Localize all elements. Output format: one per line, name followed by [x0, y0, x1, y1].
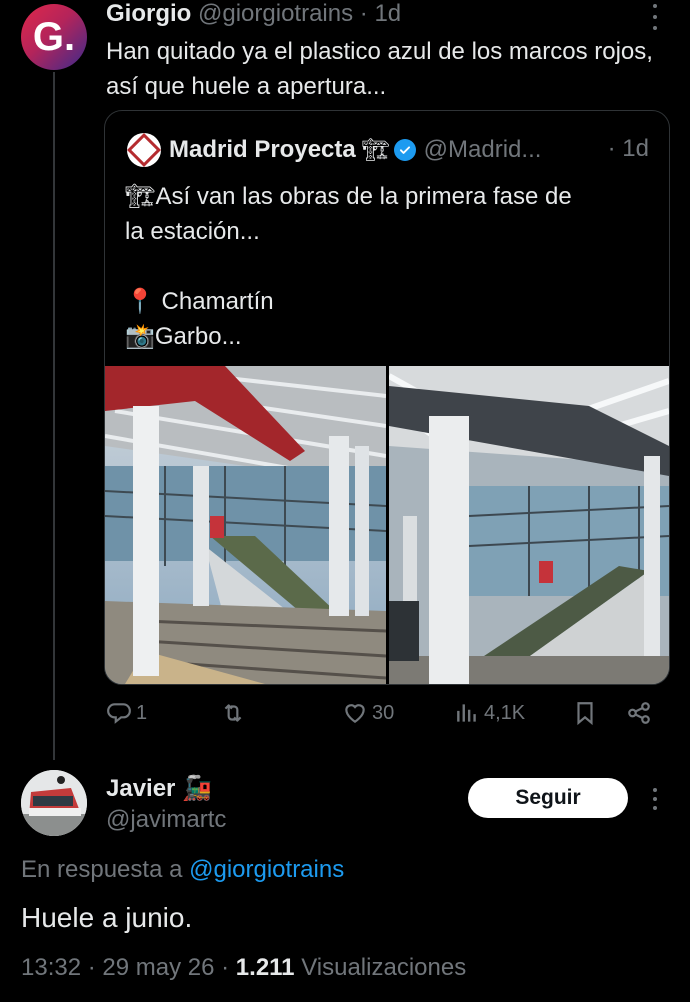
station-photo-2[interactable]: [389, 366, 669, 684]
tweet1-text: Han quitado ya el plastico azul de los m…: [106, 38, 653, 100]
views-button[interactable]: 4,1K: [454, 700, 525, 726]
tweet2-meta: 13:32 · 29 may 26 · 1.211 Visualizacione…: [21, 954, 466, 982]
more-icon[interactable]: [646, 788, 664, 810]
tweet1-header: Giorgio @giorgiotrains · 1d: [106, 0, 401, 28]
tweet2-views-count: 1.211: [235, 954, 295, 981]
tweet2-text: Huele a junio.: [21, 902, 193, 933]
bookmark-icon: [577, 702, 593, 726]
tweet1-author-name[interactable]: Giorgio: [106, 0, 191, 27]
retweet-button[interactable]: [220, 700, 250, 726]
avatar-giorgio[interactable]: G.: [21, 4, 87, 70]
verified-icon: [393, 139, 416, 161]
tweet2-timestamp[interactable]: 13:32 · 29 may 26 ·: [21, 954, 229, 981]
thread-line: [53, 72, 55, 760]
share-icon: [628, 702, 650, 724]
reply-context: En respuesta a @giorgiotrains: [21, 856, 344, 884]
bookmark-button[interactable]: [572, 700, 598, 726]
views-count: 4,1K: [484, 701, 526, 724]
quote-time[interactable]: · 1d: [608, 135, 649, 163]
tweet2-author-name: Javier: [106, 775, 176, 802]
retweet-icon: [224, 704, 242, 722]
quote-photos: [105, 366, 669, 684]
avatar-letter: G.: [32, 14, 76, 59]
tweet2-handle[interactable]: @javimartc: [106, 806, 226, 834]
quote-handle[interactable]: @Madrid...: [424, 136, 542, 164]
like-button[interactable]: 30: [342, 700, 394, 726]
quoted-tweet[interactable]: Madrid Proyecta 🏗 @Madrid... · 1d 🏗Así v…: [104, 110, 670, 685]
like-icon: [345, 704, 365, 723]
share-button[interactable]: [626, 700, 652, 726]
quote-author-name[interactable]: Madrid Proyecta: [169, 136, 356, 164]
tweet1-handle[interactable]: @giorgiotrains: [198, 0, 353, 27]
reply-count: 1: [136, 701, 148, 724]
quote-avatar[interactable]: [127, 133, 161, 167]
quote-line: 📸Garbo...: [125, 323, 242, 350]
more-icon[interactable]: [646, 4, 664, 30]
quote-header: Madrid Proyecta 🏗 @Madrid...: [127, 133, 541, 167]
follow-button[interactable]: Seguir: [468, 778, 628, 818]
like-count: 30: [372, 701, 395, 724]
action-bar: 1 30 4,1K: [106, 700, 666, 736]
quote-text: 🏗Así van las obras de la primera fase de…: [125, 179, 655, 354]
reply-button[interactable]: 1: [106, 700, 147, 726]
quote-line: 📍 Chamartín: [125, 288, 274, 315]
reply-prefix: En respuesta a: [21, 856, 183, 883]
quote-line: [125, 249, 655, 284]
tweet2-author[interactable]: Javier 🚂: [106, 774, 212, 803]
reply-handle-link[interactable]: @giorgiotrains: [189, 856, 344, 883]
tweet1-time[interactable]: · 1d: [360, 0, 401, 27]
views-icon: [457, 704, 476, 722]
quote-line: 🏗Así van las obras de la primera fase de: [125, 183, 572, 210]
tweet2-views-label: Visualizaciones: [301, 954, 467, 981]
reply-icon: [107, 703, 131, 724]
tweet2-name-emoji: 🚂: [182, 775, 212, 802]
quote-line: la estación...: [125, 218, 260, 245]
avatar-javier[interactable]: [21, 770, 87, 836]
quote-name-emoji: 🏗: [361, 137, 390, 162]
station-photo-1[interactable]: [105, 366, 386, 684]
